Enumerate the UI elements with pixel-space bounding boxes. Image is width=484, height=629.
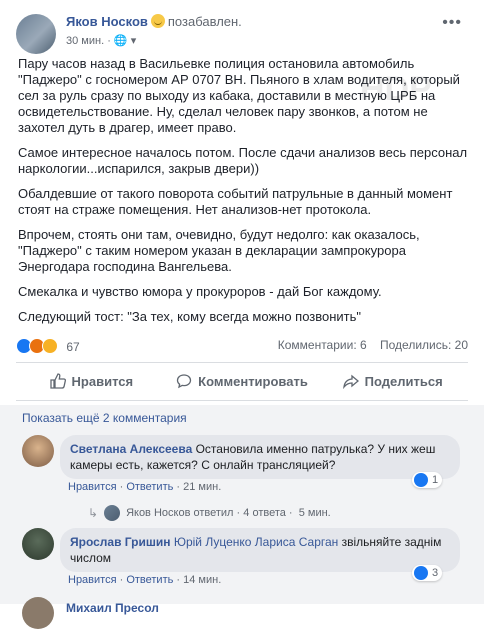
commenter-avatar[interactable] xyxy=(22,528,54,560)
comment-actions: Нравится · Ответить · 14 мин. xyxy=(68,574,222,586)
share-button[interactable]: Поделиться xyxy=(317,365,468,397)
commenter-avatar[interactable] xyxy=(22,597,54,629)
reactions-count[interactable]: 67 xyxy=(66,340,79,354)
post-paragraph: Пару часов назад в Васильевке полиция ос… xyxy=(18,56,460,135)
comment-button[interactable]: Комментировать xyxy=(167,365,318,397)
divider xyxy=(16,362,468,363)
comments-count[interactable]: Комментарии: 6 xyxy=(278,338,367,352)
share-icon xyxy=(342,374,359,389)
comment-likes-badge[interactable]: 1 xyxy=(412,472,443,488)
action-bar: Нравится Комментировать Поделиться xyxy=(16,365,468,397)
author-avatar[interactable] xyxy=(16,14,56,54)
post-paragraph: Самое интересное началось потом. После с… xyxy=(18,145,468,176)
comment-time[interactable]: 14 мин. xyxy=(183,574,221,586)
chevron-down-icon[interactable]: ▾ xyxy=(131,35,137,47)
comment-bubble: Ярослав Гришин Юрій Луценко Лариса Сарга… xyxy=(60,528,460,572)
post-meta: 30 мин. · 🌐 ▾ xyxy=(66,35,137,47)
comments-section: Показать ещё 2 комментария Светлана Алек… xyxy=(0,405,484,629)
divider xyxy=(16,400,468,401)
reply-time: 5 мин. xyxy=(298,507,331,519)
comment-like-link[interactable]: Нравится xyxy=(68,481,117,493)
commenter-avatar[interactable] xyxy=(22,435,54,467)
like-reaction-icon xyxy=(414,566,428,580)
like-button[interactable]: Нравится xyxy=(16,365,167,397)
post-paragraph: Смекалка и чувство юмора у прокуроров - … xyxy=(18,284,382,299)
reply-count: 4 ответа xyxy=(243,507,286,519)
reply-arrow-icon: ↳ xyxy=(88,506,99,520)
comment-bubble: Светлана Алексеева Остановила именно пат… xyxy=(60,435,460,479)
post-time[interactable]: 30 мин. xyxy=(66,35,104,47)
shares-count[interactable]: Поделились: 20 xyxy=(380,338,468,352)
like-reaction-icon xyxy=(414,473,428,487)
replier-avatar xyxy=(104,505,121,521)
post-paragraph: Впрочем, стоять они там, очевидно, будут… xyxy=(18,227,420,274)
comment-icon xyxy=(177,374,192,389)
show-more-comments-link[interactable]: Показать ещё 2 комментария xyxy=(22,411,187,425)
comment-reply-link[interactable]: Ответить xyxy=(126,481,173,493)
post-paragraph: Обалдевшие от такого поворота событий па… xyxy=(18,186,453,217)
reactions-bar: 67 Комментарии: 6 Поделились: 20 xyxy=(16,338,468,354)
thumbs-up-icon xyxy=(49,373,66,389)
activity-text: позабавлен. xyxy=(167,14,242,29)
author-name[interactable]: Яков Носков xyxy=(66,14,148,29)
post-card: Яков Носков позабавлен. 30 мин. · 🌐 ▾ •••… xyxy=(0,0,484,629)
comment-like-link[interactable]: Нравится xyxy=(68,574,117,586)
like-label: Нравится xyxy=(71,373,134,389)
replies-summary[interactable]: ↳ Яков Носков ответил · 4 ответа · 5 мин… xyxy=(88,505,331,521)
comment-actions: Нравится · Ответить · 21 мин. xyxy=(68,481,222,493)
post-paragraph: Следующий тост: "За тех, кому всегда мож… xyxy=(18,309,362,324)
tagged-users[interactable]: Юрій Луценко Лариса Сарган xyxy=(174,535,338,549)
commenter-name[interactable]: Михаил Пресол xyxy=(66,601,159,615)
reply-verb: ответил xyxy=(193,507,234,519)
comment-likes-badge[interactable]: 3 xyxy=(412,565,443,581)
comment-time[interactable]: 21 мин. xyxy=(183,481,221,493)
replier-name: Яков Носков xyxy=(126,507,191,519)
post-header: Яков Носков позабавлен. xyxy=(66,14,242,29)
commenter-name[interactable]: Ярослав Гришин xyxy=(70,535,171,549)
share-label: Поделиться xyxy=(364,373,443,389)
smiley-icon xyxy=(150,14,165,28)
comment-label: Комментировать xyxy=(198,373,308,389)
comment-reply-link[interactable]: Ответить xyxy=(126,574,173,586)
comment-likes-count: 1 xyxy=(432,474,439,486)
more-options-icon[interactable]: ••• xyxy=(442,14,462,32)
comment-likes-count: 3 xyxy=(432,567,439,579)
post-body: Пару часов назад в Васильевке полиция ос… xyxy=(18,56,468,334)
globe-icon: 🌐 xyxy=(113,35,128,47)
wow-reaction-icon[interactable] xyxy=(42,338,58,354)
commenter-name[interactable]: Светлана Алексеева xyxy=(70,442,192,456)
